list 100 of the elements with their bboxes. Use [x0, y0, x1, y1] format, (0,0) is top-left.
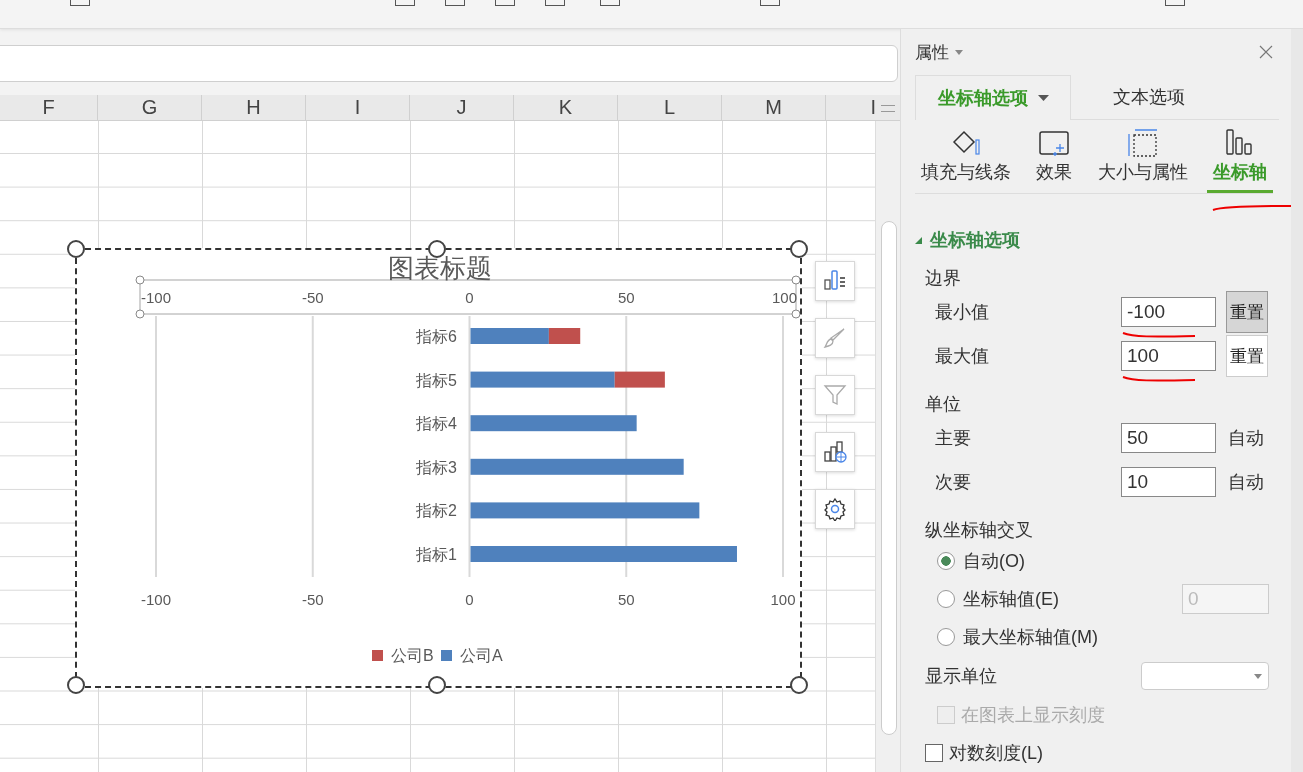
- panel-tab[interactable]: 文本选项: [1071, 75, 1227, 119]
- column-header[interactable]: G: [98, 95, 202, 120]
- chart-tool-button[interactable]: [815, 261, 855, 301]
- group-label: 显示单位: [925, 665, 997, 688]
- resize-handle[interactable]: [428, 676, 446, 694]
- column-header[interactable]: I: [826, 95, 876, 120]
- caret-icon: [955, 49, 963, 55]
- group-label: 纵坐标轴交叉: [925, 519, 1034, 542]
- close-icon: [1259, 45, 1273, 59]
- category-label: 指标5: [416, 371, 457, 389]
- icon-tab[interactable]: 大小与属性: [1091, 120, 1194, 193]
- group-label: 单位: [925, 393, 962, 416]
- column-header[interactable]: K: [514, 95, 618, 120]
- resize-handle[interactable]: [791, 275, 800, 285]
- size-icon: [1126, 128, 1159, 158]
- number-field[interactable]: 10: [1121, 467, 1216, 497]
- radio-button[interactable]: [937, 552, 955, 570]
- column-header[interactable]: I: [306, 95, 410, 120]
- column-header[interactable]: J: [410, 95, 514, 120]
- toolbar-icon[interactable]: [445, 0, 465, 6]
- axis-label: -100: [141, 591, 171, 608]
- scrollbar[interactable]: [875, 121, 900, 772]
- checkbox[interactable]: [925, 744, 943, 762]
- column-header[interactable]: L: [618, 95, 722, 120]
- legend-label: 公司A: [460, 647, 503, 664]
- chart-elements-icon: [823, 269, 847, 293]
- toolbar-icon[interactable]: [760, 0, 780, 6]
- brush-icon: [823, 326, 847, 350]
- bar[interactable]: [470, 502, 700, 519]
- radio-button[interactable]: [937, 628, 955, 646]
- category-label: 指标1: [416, 546, 457, 563]
- section-title[interactable]: 坐标轴选项: [930, 228, 1020, 252]
- bar[interactable]: [470, 415, 637, 432]
- radio-label[interactable]: 最大坐标轴值(M): [963, 625, 1098, 649]
- axis-label: 50: [617, 289, 635, 306]
- toolbar-icon[interactable]: [395, 0, 415, 6]
- legend-label: 公司B: [391, 647, 434, 664]
- toolbar-icon[interactable]: [545, 0, 565, 6]
- scroll-thumb[interactable]: [881, 221, 898, 735]
- resize-handle[interactable]: [67, 676, 85, 694]
- chart-globe-icon: [823, 440, 847, 464]
- auto-label: 自动: [1228, 427, 1264, 450]
- resize-handle[interactable]: [135, 309, 145, 319]
- axis-label: -100: [141, 289, 172, 306]
- resize-handle[interactable]: [135, 275, 145, 285]
- formula-field[interactable]: [0, 45, 898, 82]
- chart-frame[interactable]: -100 -50 0 50 100 图表标题 -100 -50 0 50 100 指标6 指标5 指标4 指标3 指标2 指标1 公司B 公司A: [75, 248, 802, 688]
- chart-tool-button[interactable]: [815, 489, 855, 529]
- icon-tab[interactable]: 填充与线条: [915, 120, 1017, 193]
- settings-icon: [823, 497, 847, 521]
- axis-label: 50: [617, 591, 635, 608]
- axis-label: -50: [301, 289, 324, 306]
- resize-handle[interactable]: [790, 676, 808, 694]
- radio-label[interactable]: 坐标轴值(E): [963, 587, 1059, 611]
- axis-label: 0: [465, 591, 474, 608]
- number-field[interactable]: 50: [1121, 423, 1216, 453]
- axis-label: -50: [301, 591, 324, 608]
- auto-label: 自动: [1228, 471, 1264, 494]
- number-field[interactable]: 100: [1121, 341, 1216, 371]
- column-header[interactable]: H: [202, 95, 306, 120]
- toolbar-icon[interactable]: [70, 0, 90, 6]
- axis-label: 100: [770, 591, 796, 608]
- fill-line-icon: [950, 128, 982, 158]
- column-header[interactable]: M: [722, 95, 826, 120]
- caret-icon: [1254, 673, 1262, 679]
- field-label: 次要: [935, 471, 972, 494]
- axis-label: 0: [465, 289, 474, 306]
- column-header[interactable]: F: [0, 95, 98, 120]
- checkbox-label[interactable]: 对数刻度(L): [949, 741, 1043, 765]
- bar[interactable]: [470, 458, 684, 475]
- category-label: 指标2: [416, 502, 457, 520]
- category-label: 指标4: [416, 415, 457, 433]
- toolbar-icon[interactable]: [1165, 0, 1185, 6]
- radio-button[interactable]: [937, 590, 955, 608]
- axis-label: 100: [771, 289, 797, 306]
- bar[interactable]: [548, 328, 581, 344]
- group-label: 边界: [925, 267, 962, 290]
- bar[interactable]: [470, 371, 615, 388]
- reset-button[interactable]: 重置: [1226, 335, 1268, 377]
- number-field[interactable]: -100: [1121, 297, 1216, 327]
- resize-handle[interactable]: [67, 240, 85, 258]
- reset-button[interactable]: 重置: [1226, 291, 1268, 333]
- split-icon[interactable]: [881, 105, 895, 112]
- filter-icon: [823, 383, 847, 407]
- chart-title[interactable]: 图表标题: [388, 253, 492, 283]
- resize-handle[interactable]: [791, 309, 800, 319]
- field-label: 主要: [935, 427, 972, 450]
- icon-tab[interactable]: 效果: [1030, 120, 1079, 193]
- effect-icon: [1038, 128, 1071, 158]
- bar[interactable]: [614, 371, 665, 388]
- category-label: 指标3: [416, 458, 457, 476]
- field-label: 最小值: [935, 301, 990, 324]
- scrollbar[interactable]: [1291, 29, 1303, 772]
- radio-label[interactable]: 自动(O): [963, 549, 1025, 573]
- panel-title[interactable]: 属性: [915, 40, 949, 64]
- resize-handle[interactable]: [790, 240, 808, 258]
- toolbar-icon[interactable]: [600, 0, 620, 6]
- toolbar-icon[interactable]: [495, 0, 515, 6]
- category-label: 指标6: [416, 328, 457, 345]
- field-label: 最大值: [935, 345, 990, 368]
